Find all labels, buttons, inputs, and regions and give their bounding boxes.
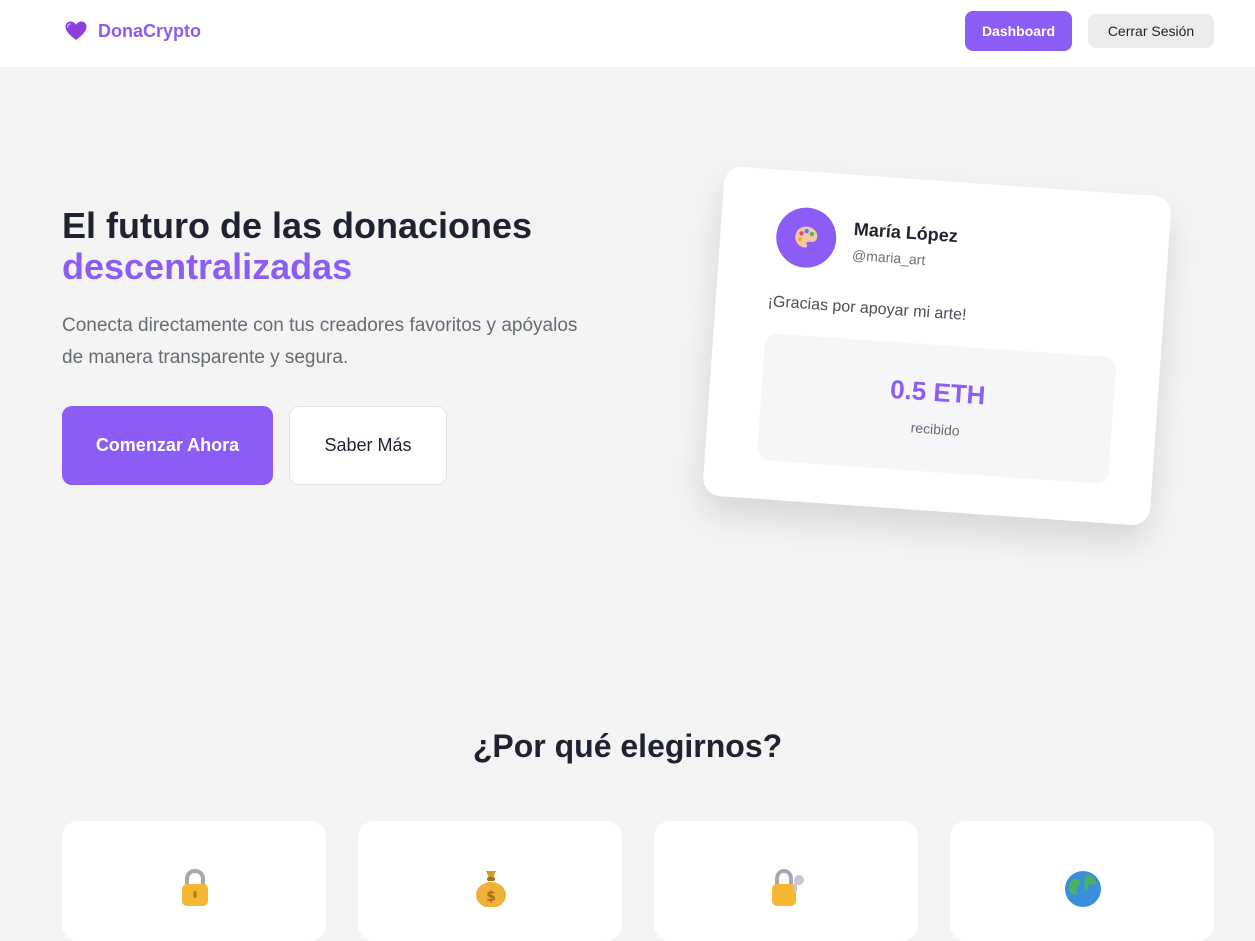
avatar bbox=[774, 205, 839, 270]
feature-card-global bbox=[950, 821, 1214, 941]
hero-subtitle: Conecta directamente con tus creadores f… bbox=[62, 315, 578, 368]
top-navbar: DonaCrypto Dashboard Cerrar Sesión bbox=[0, 0, 1255, 67]
feature-card-money: $ bbox=[358, 821, 622, 941]
amount-box: 0.5 ETH recibido bbox=[756, 333, 1117, 485]
money-bag-icon: $ bbox=[470, 865, 512, 907]
lock-icon bbox=[174, 865, 216, 907]
creator-name: María López bbox=[853, 218, 959, 247]
hero-title-line1: El futuro de las donaciones bbox=[62, 205, 533, 246]
features-title: ¿Por qué elegirnos? bbox=[472, 728, 783, 764]
creator-message: ¡Gracias por apoyar mi arte! bbox=[767, 293, 967, 324]
hero-title-accent: descentralizadas bbox=[62, 246, 353, 287]
feature-card-privacy bbox=[654, 821, 918, 941]
hero-title: El futuro de las donaciones descentraliz… bbox=[62, 205, 622, 287]
donation-preview-card: María López @maria_art ¡Gracias por apoy… bbox=[702, 165, 1172, 527]
purple-heart-icon bbox=[65, 21, 87, 40]
dashboard-button[interactable]: Dashboard bbox=[965, 11, 1072, 51]
lock-with-key-icon bbox=[766, 865, 808, 907]
svg-text:$: $ bbox=[486, 889, 496, 905]
globe-icon bbox=[1062, 865, 1104, 907]
brand-logo[interactable]: DonaCrypto bbox=[64, 18, 201, 44]
feature-card-security bbox=[62, 821, 326, 941]
brand-name: DonaCrypto bbox=[98, 20, 201, 41]
start-now-button[interactable]: Comenzar Ahora bbox=[62, 406, 273, 485]
logout-button[interactable]: Cerrar Sesión bbox=[1088, 14, 1214, 48]
creator-handle: @maria_art bbox=[851, 246, 926, 268]
palette-icon bbox=[795, 226, 818, 248]
learn-more-button[interactable]: Saber Más bbox=[289, 406, 447, 485]
